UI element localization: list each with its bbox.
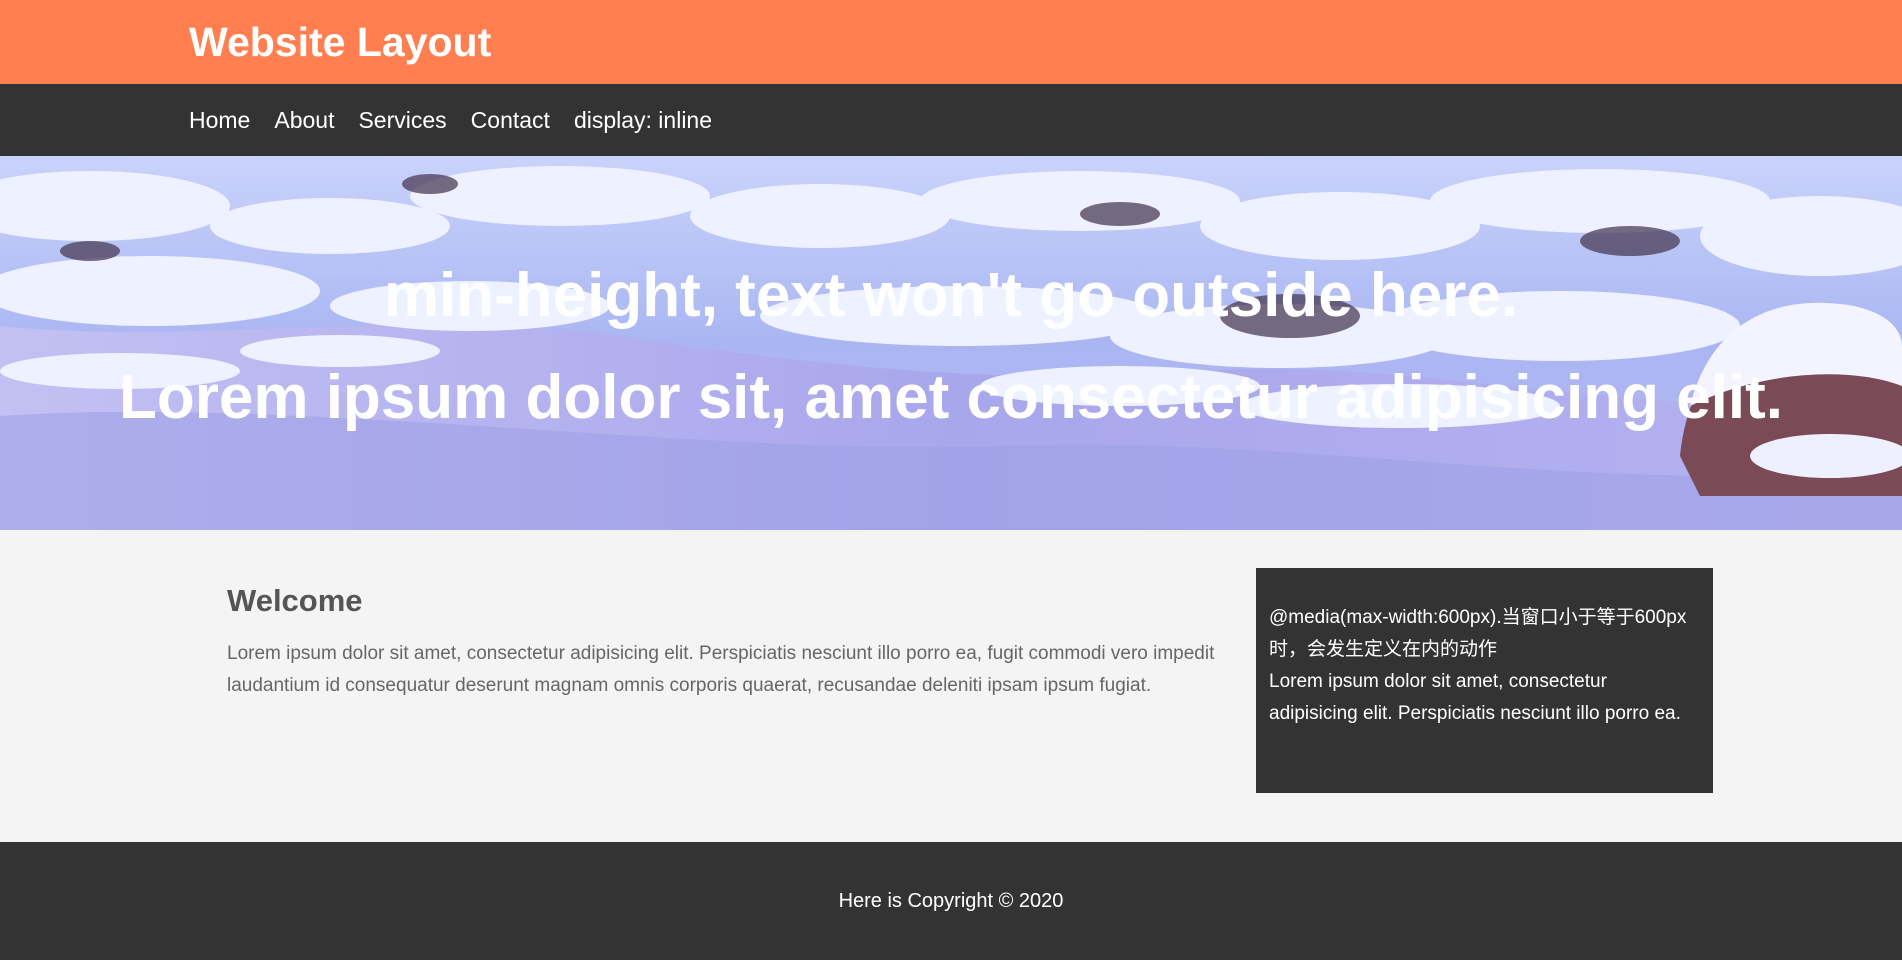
nav-list: Home About Services Contact display: inl…: [189, 84, 712, 156]
sidebar-paragraph: Lorem ipsum dolor sit amet, consectetur …: [1269, 671, 1681, 724]
nav-item-services: Services: [358, 107, 446, 134]
welcome-heading: Welcome: [227, 583, 363, 618]
site-header: Website Layout: [0, 0, 1902, 84]
nav-link-home[interactable]: Home: [189, 107, 250, 133]
nav-link-contact[interactable]: Contact: [471, 107, 550, 133]
showcase: min-height, text won't go outside here. …: [0, 156, 1902, 530]
navbar: Home About Services Contact display: inl…: [0, 84, 1902, 156]
nav-item-display-inline: display: inline: [574, 107, 712, 134]
site-title: Website Layout: [189, 19, 492, 65]
welcome-paragraph: Lorem ipsum dolor sit amet, consectetur …: [227, 643, 1215, 696]
nav-link-about[interactable]: About: [274, 107, 334, 133]
main-content: Welcome Lorem ipsum dolor sit amet, cons…: [227, 582, 1227, 702]
nav-item-about: About: [274, 107, 334, 134]
nav-link-display-inline[interactable]: display: inline: [574, 107, 712, 133]
sidebar-media-query-note: @media(max-width:600px).当窗口小于等于600px时，会发…: [1269, 607, 1687, 660]
showcase-heading-line-2: Lorem ipsum dolor sit, amet consectetur …: [118, 363, 1783, 432]
nav-item-home: Home: [189, 107, 250, 134]
nav-link-services[interactable]: Services: [358, 107, 446, 133]
site-footer: Here is Copyright © 2020: [0, 842, 1902, 960]
sidebar: @media(max-width:600px).当窗口小于等于600px时，会发…: [1256, 568, 1713, 793]
showcase-heading-line-1: min-height, text won't go outside here.: [383, 261, 1519, 330]
copyright-text: Here is Copyright © 2020: [838, 890, 1064, 912]
showcase-background-image: [0, 156, 1902, 530]
nav-item-contact: Contact: [471, 107, 550, 134]
